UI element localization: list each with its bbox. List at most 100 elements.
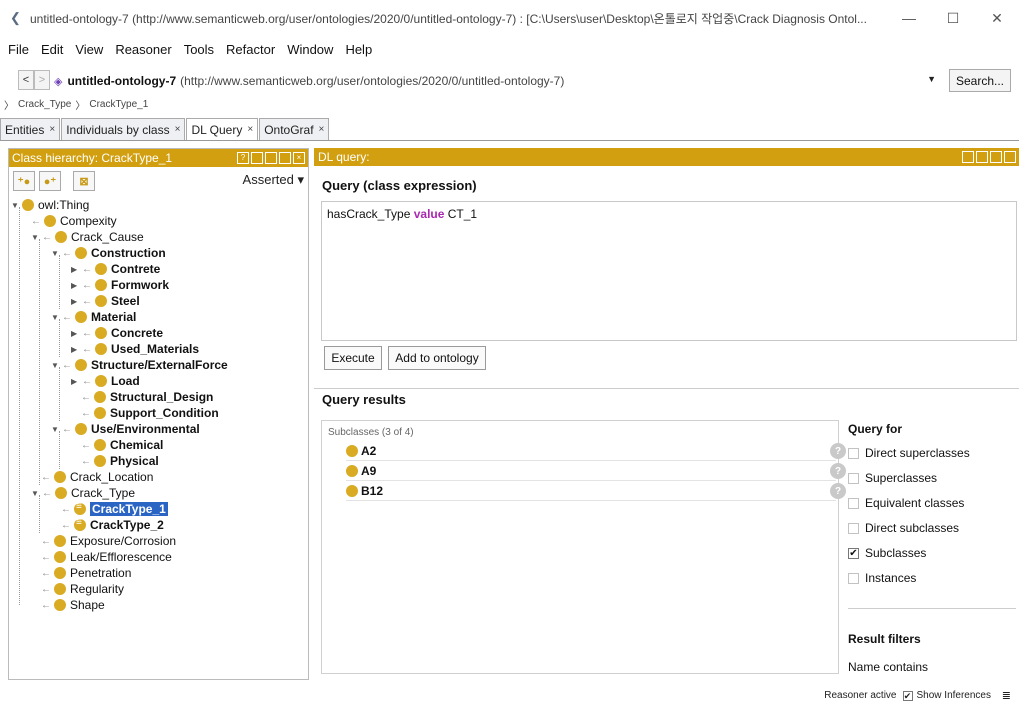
maximize-view-icon[interactable] bbox=[279, 152, 291, 164]
option-equivalent-classes[interactable]: Equivalent classes bbox=[848, 494, 964, 512]
expand-triangle-icon[interactable]: ▼ bbox=[31, 489, 41, 498]
close-tab-icon[interactable]: × bbox=[175, 124, 181, 135]
close-button[interactable]: ✕ bbox=[975, 0, 1019, 36]
tree-node[interactable]: ▼ ← Construction bbox=[51, 245, 166, 261]
explain-icon[interactable]: ? bbox=[830, 463, 846, 479]
tree-node[interactable]: ▼ owl:Thing bbox=[11, 197, 89, 213]
help-icon[interactable]: ? bbox=[237, 152, 249, 164]
split-vertical-icon[interactable] bbox=[962, 151, 974, 163]
minimize-button[interactable]: — bbox=[887, 0, 931, 36]
panel-divider[interactable] bbox=[314, 388, 1019, 389]
tree-node[interactable]: ← Shape bbox=[41, 597, 105, 613]
tree-node[interactable]: ▶ ← Load bbox=[71, 373, 140, 389]
expand-triangle-icon[interactable]: ▼ bbox=[31, 233, 41, 242]
expand-triangle-icon[interactable]: ▼ bbox=[51, 425, 61, 434]
tree-node[interactable]: ← Support_Condition bbox=[81, 405, 219, 421]
tree-node-selected[interactable]: ← CrackType_1 bbox=[61, 501, 168, 517]
explain-icon[interactable]: ? bbox=[830, 483, 846, 499]
ontology-selector[interactable]: ◈ untitled-ontology-7 (http://www.semant… bbox=[54, 70, 944, 92]
checkbox[interactable] bbox=[848, 497, 859, 509]
collapsed-triangle-icon[interactable]: ▶ bbox=[71, 377, 81, 386]
tree-node[interactable]: ← Crack_Location bbox=[41, 469, 153, 485]
show-inferences-checkbox[interactable]: ✔ bbox=[902, 690, 913, 701]
tree-node[interactable]: ← Regularity bbox=[41, 581, 124, 597]
chevron-down-icon[interactable]: ▼ bbox=[927, 74, 936, 84]
expand-triangle-icon[interactable]: ▼ bbox=[51, 361, 61, 370]
hierarchy-mode-select[interactable]: Asserted ▾ bbox=[243, 172, 304, 188]
explain-icon[interactable]: ? bbox=[830, 443, 846, 459]
log-icon[interactable]: ≣ bbox=[1002, 689, 1011, 702]
checkbox-checked[interactable]: ✔ bbox=[848, 547, 859, 559]
menu-edit[interactable]: Edit bbox=[41, 42, 63, 57]
tree-node[interactable]: ▶ ← Contrete bbox=[71, 261, 160, 277]
menu-window[interactable]: Window bbox=[287, 42, 333, 57]
tree-node[interactable]: ← CrackType_2 bbox=[61, 517, 164, 533]
collapsed-triangle-icon[interactable]: ▶ bbox=[71, 265, 81, 274]
result-row[interactable]: A9 ? bbox=[346, 462, 846, 481]
collapsed-triangle-icon[interactable]: ▶ bbox=[71, 281, 81, 290]
menu-file[interactable]: File bbox=[8, 42, 29, 57]
option-instances[interactable]: Instances bbox=[848, 569, 916, 587]
search-button[interactable]: Search... bbox=[949, 69, 1011, 92]
breadcrumb-item[interactable]: CrackType_1 bbox=[89, 99, 148, 110]
tab-dl-query[interactable]: DL Query × bbox=[186, 118, 259, 140]
tab-entities[interactable]: Entities × bbox=[0, 118, 61, 140]
expand-triangle-icon[interactable]: ▼ bbox=[51, 313, 61, 322]
back-button[interactable]: < bbox=[18, 70, 34, 90]
execute-button[interactable]: Execute bbox=[324, 346, 382, 370]
checkbox[interactable] bbox=[848, 522, 859, 534]
split-vertical-icon[interactable] bbox=[251, 152, 263, 164]
checkbox[interactable] bbox=[848, 572, 859, 584]
tree-node[interactable]: ▶ ← Formwork bbox=[71, 277, 169, 293]
tab-individuals-by-class[interactable]: Individuals by class × bbox=[61, 118, 186, 140]
split-horizontal-icon[interactable] bbox=[265, 152, 277, 164]
tree-node[interactable]: ← Penetration bbox=[41, 565, 131, 581]
tree-node[interactable]: ← Compexity bbox=[31, 213, 117, 229]
tree-node[interactable]: ← Chemical bbox=[81, 437, 163, 453]
option-subclasses[interactable]: ✔ Subclasses bbox=[848, 544, 926, 562]
tree-node[interactable]: ← Leak/Efflorescence bbox=[41, 549, 172, 565]
expand-triangle-icon[interactable]: ▼ bbox=[51, 249, 61, 258]
option-direct-superclasses[interactable]: Direct superclasses bbox=[848, 444, 970, 462]
add-sibling-button[interactable]: ●⁺ bbox=[39, 171, 61, 191]
breadcrumb-item[interactable]: Crack_Type bbox=[18, 99, 71, 110]
expand-triangle-icon[interactable]: ▼ bbox=[11, 201, 21, 210]
result-row[interactable]: B12 ? bbox=[346, 482, 846, 501]
split-horizontal-icon[interactable] bbox=[976, 151, 988, 163]
menu-reasoner[interactable]: Reasoner bbox=[115, 42, 171, 57]
maximize-button[interactable]: ☐ bbox=[931, 0, 975, 36]
tree-node[interactable]: ▼ ← Crack_Cause bbox=[31, 229, 144, 245]
menu-view[interactable]: View bbox=[75, 42, 103, 57]
tree-node[interactable]: ▼ ← Material bbox=[51, 309, 136, 325]
tree-node[interactable]: ← Physical bbox=[81, 453, 159, 469]
tree-node[interactable]: ▶ ← Used_Materials bbox=[71, 341, 199, 357]
collapsed-triangle-icon[interactable]: ▶ bbox=[71, 329, 81, 338]
checkbox[interactable] bbox=[848, 472, 859, 484]
close-view-icon[interactable] bbox=[1004, 151, 1016, 163]
tree-node[interactable]: ▶ ← Steel bbox=[71, 293, 140, 309]
checkbox[interactable] bbox=[848, 447, 859, 459]
add-to-ontology-button[interactable]: Add to ontology bbox=[388, 346, 486, 370]
close-tab-icon[interactable]: × bbox=[247, 124, 253, 135]
tree-node[interactable]: ← Structural_Design bbox=[81, 389, 213, 405]
maximize-view-icon[interactable] bbox=[990, 151, 1002, 163]
menu-tools[interactable]: Tools bbox=[184, 42, 214, 57]
tree-node[interactable]: ▼ ← Use/Environmental bbox=[51, 421, 200, 437]
tree-node[interactable]: ▶ ← Concrete bbox=[71, 325, 163, 341]
collapsed-triangle-icon[interactable]: ▶ bbox=[71, 345, 81, 354]
close-view-icon[interactable]: × bbox=[293, 152, 305, 164]
tree-node[interactable]: ▼ ← Structure/ExternalForce bbox=[51, 357, 228, 373]
query-editor[interactable]: hasCrack_Type value CT_1 bbox=[321, 201, 1017, 341]
delete-class-button[interactable]: ⊠ bbox=[73, 171, 95, 191]
collapsed-triangle-icon[interactable]: ▶ bbox=[71, 297, 81, 306]
add-subclass-button[interactable]: ⁺● bbox=[13, 171, 35, 191]
close-tab-icon[interactable]: × bbox=[319, 124, 325, 135]
option-superclasses[interactable]: Superclasses bbox=[848, 469, 937, 487]
tree-node[interactable]: ▼ ← Crack_Type bbox=[31, 485, 135, 501]
close-tab-icon[interactable]: × bbox=[49, 124, 55, 135]
forward-button[interactable]: > bbox=[34, 70, 50, 90]
menu-refactor[interactable]: Refactor bbox=[226, 42, 275, 57]
result-row[interactable]: A2 ? bbox=[346, 442, 846, 461]
option-direct-subclasses[interactable]: Direct subclasses bbox=[848, 519, 959, 537]
menu-help[interactable]: Help bbox=[345, 42, 372, 57]
